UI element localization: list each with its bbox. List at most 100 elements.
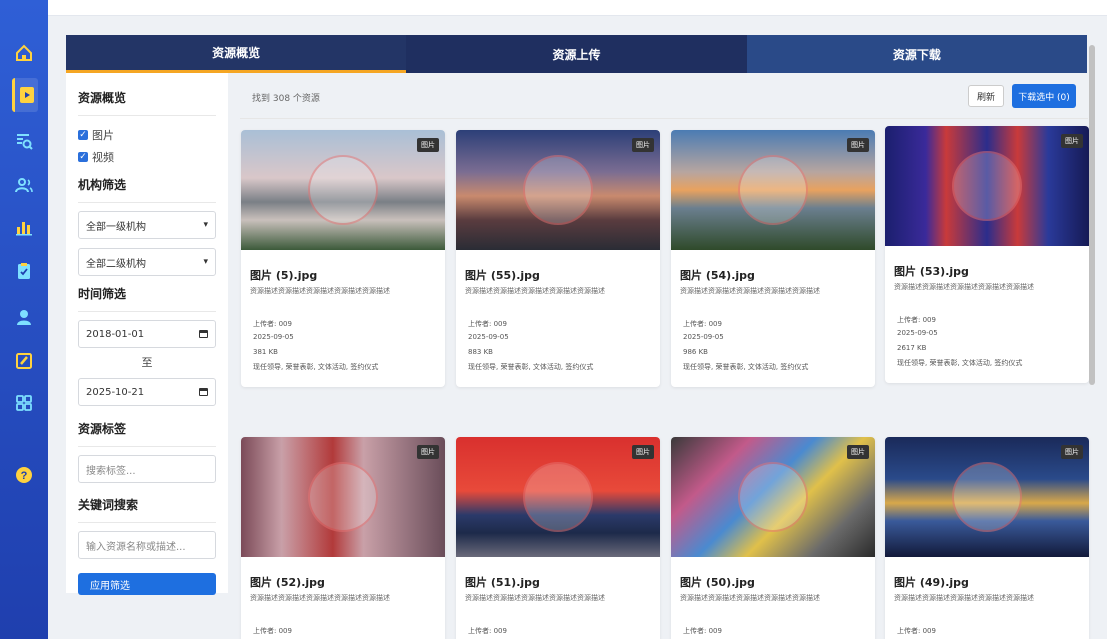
type-image-label: 图片: [92, 129, 114, 142]
card-tags: 现任领导, 荣誉表彰, 文体活动, 签约仪式: [253, 363, 379, 371]
card-tags: 现任领导, 荣誉表彰, 文体活动, 签约仪式: [468, 363, 594, 371]
card-date: 2025-09-05: [683, 333, 724, 341]
resource-card[interactable]: 图片 图片 (52).jpg 资源描述资源描述资源描述资源描述资源描述 上传者:…: [241, 437, 445, 639]
chevron-down-icon: ▾: [203, 257, 208, 267]
thumbnail[interactable]: 图片: [885, 126, 1089, 246]
watermark-logo: [523, 462, 593, 532]
time-filter-title: 时间筛选: [78, 285, 216, 312]
resource-card[interactable]: 图片 图片 (5).jpg 资源描述资源描述资源描述资源描述资源描述 上传者: …: [241, 130, 445, 387]
clipboard-icon[interactable]: [13, 260, 35, 282]
thumbnail[interactable]: 图片: [671, 437, 875, 557]
overview-title: 资源概览: [78, 89, 216, 116]
card-tags: 现任领导, 荣誉表彰, 文体活动, 签约仪式: [897, 359, 1023, 367]
home-icon[interactable]: [13, 42, 35, 64]
resource-card[interactable]: 图片 图片 (53).jpg 资源描述资源描述资源描述资源描述资源描述 上传者:…: [885, 126, 1089, 383]
thumbnail[interactable]: 图片: [456, 130, 660, 250]
media-icon[interactable]: [12, 78, 38, 112]
card-date: 2025-09-05: [253, 333, 294, 341]
type-badge: 图片: [632, 445, 654, 459]
tab-download[interactable]: 资源下载: [746, 35, 1087, 73]
resource-card[interactable]: 图片 图片 (49).jpg 资源描述资源描述资源描述资源描述资源描述 上传者:…: [885, 437, 1089, 639]
tab-overview[interactable]: 资源概览: [66, 35, 407, 73]
card-size: 986 KB: [683, 348, 708, 356]
divider: [240, 118, 1088, 119]
card-title: 图片 (53).jpg: [894, 265, 969, 278]
type-badge: 图片: [847, 445, 869, 459]
card-description: 资源描述资源描述资源描述资源描述资源描述: [465, 287, 605, 295]
thumbnail[interactable]: 图片: [885, 437, 1089, 557]
date-start-input[interactable]: 2018-01-01: [78, 320, 216, 348]
watermark-logo: [308, 462, 378, 532]
search-list-icon[interactable]: [13, 130, 35, 152]
thumbnail[interactable]: 图片: [671, 130, 875, 250]
type-video-label: 视频: [92, 151, 114, 164]
card-title: 图片 (50).jpg: [680, 576, 755, 589]
download-selected-button[interactable]: 下载选中 (0): [1012, 84, 1076, 108]
tab-bar: 资源概览 资源上传 资源下载: [66, 35, 1087, 73]
type-badge: 图片: [632, 138, 654, 152]
card-description: 资源描述资源描述资源描述资源描述资源描述: [894, 283, 1034, 291]
check-icon: ✓: [78, 130, 88, 140]
help-icon[interactable]: ?: [13, 464, 35, 486]
top-bar: [48, 0, 1107, 16]
type-badge: 图片: [417, 445, 439, 459]
check-icon: ✓: [78, 152, 88, 162]
card-uploader: 上传者: 009: [468, 627, 507, 635]
card-title: 图片 (51).jpg: [465, 576, 540, 589]
card-description: 资源描述资源描述资源描述资源描述资源描述: [680, 594, 820, 602]
card-description: 资源描述资源描述资源描述资源描述资源描述: [465, 594, 605, 602]
type-badge: 图片: [1061, 445, 1083, 459]
resource-card[interactable]: 图片 图片 (50).jpg 资源描述资源描述资源描述资源描述资源描述 上传者:…: [671, 437, 875, 639]
resource-card[interactable]: 图片 图片 (51).jpg 资源描述资源描述资源描述资源描述资源描述 上传者:…: [456, 437, 660, 639]
date-end-input[interactable]: 2025-10-21: [78, 378, 216, 406]
calendar-icon[interactable]: [199, 388, 208, 396]
card-date: 2025-09-05: [897, 329, 938, 337]
type-video-checkbox[interactable]: ✓ 视频: [78, 146, 216, 168]
tab-upload[interactable]: 资源上传: [406, 35, 747, 73]
thumbnail[interactable]: 图片: [456, 437, 660, 557]
thumbnail[interactable]: 图片: [241, 130, 445, 250]
card-tags: 现任领导, 荣誉表彰, 文体活动, 签约仪式: [683, 363, 809, 371]
card-uploader: 上传者: 009: [683, 320, 722, 328]
card-date: 2025-09-05: [468, 333, 509, 341]
edit-icon[interactable]: [13, 350, 35, 372]
card-title: 图片 (55).jpg: [465, 269, 540, 282]
person-icon[interactable]: [13, 306, 35, 328]
card-title: 图片 (52).jpg: [250, 576, 325, 589]
chart-icon[interactable]: [13, 216, 35, 238]
org-level2-select[interactable]: 全部二级机构 ▾: [78, 248, 216, 276]
watermark-logo: [952, 151, 1022, 221]
resource-card[interactable]: 图片 图片 (55).jpg 资源描述资源描述资源描述资源描述资源描述 上传者:…: [456, 130, 660, 387]
calendar-icon[interactable]: [199, 330, 208, 338]
results-header: 找到 308 个资源 刷新 下载选中 (0): [240, 83, 1088, 113]
svg-text:?: ?: [21, 470, 28, 482]
card-title: 图片 (54).jpg: [680, 269, 755, 282]
watermark-logo: [952, 462, 1022, 532]
results-count: 找到 308 个资源: [252, 94, 320, 104]
chevron-down-icon: ▾: [203, 220, 208, 230]
card-uploader: 上传者: 009: [897, 316, 936, 324]
thumbnail[interactable]: 图片: [241, 437, 445, 557]
card-description: 资源描述资源描述资源描述资源描述资源描述: [894, 594, 1034, 602]
apply-filter-button[interactable]: 应用筛选: [78, 573, 216, 595]
refresh-button[interactable]: 刷新: [968, 85, 1004, 107]
card-size: 381 KB: [253, 348, 278, 356]
sidebar: ?: [0, 0, 48, 639]
scrollbar[interactable]: [1089, 45, 1095, 385]
date-separator: 至: [141, 356, 153, 369]
type-image-checkbox[interactable]: ✓ 图片: [78, 124, 216, 146]
tag-search-input[interactable]: 搜索标签...: [78, 455, 216, 483]
card-size: 2617 KB: [897, 344, 927, 352]
card-description: 资源描述资源描述资源描述资源描述资源描述: [250, 594, 390, 602]
tag-filter-title: 资源标签: [78, 420, 216, 447]
keyword-search-input[interactable]: 输入资源名称或描述...: [78, 531, 216, 559]
watermark-logo: [308, 155, 378, 225]
org-level1-select[interactable]: 全部一级机构 ▾: [78, 211, 216, 239]
org-filter-title: 机构筛选: [78, 176, 216, 203]
card-uploader: 上传者: 009: [253, 627, 292, 635]
grid-icon[interactable]: [13, 392, 35, 414]
resource-card[interactable]: 图片 图片 (54).jpg 资源描述资源描述资源描述资源描述资源描述 上传者:…: [671, 130, 875, 387]
card-description: 资源描述资源描述资源描述资源描述资源描述: [680, 287, 820, 295]
date-start-value: 2018-01-01: [86, 328, 145, 340]
users-icon[interactable]: [13, 174, 35, 196]
